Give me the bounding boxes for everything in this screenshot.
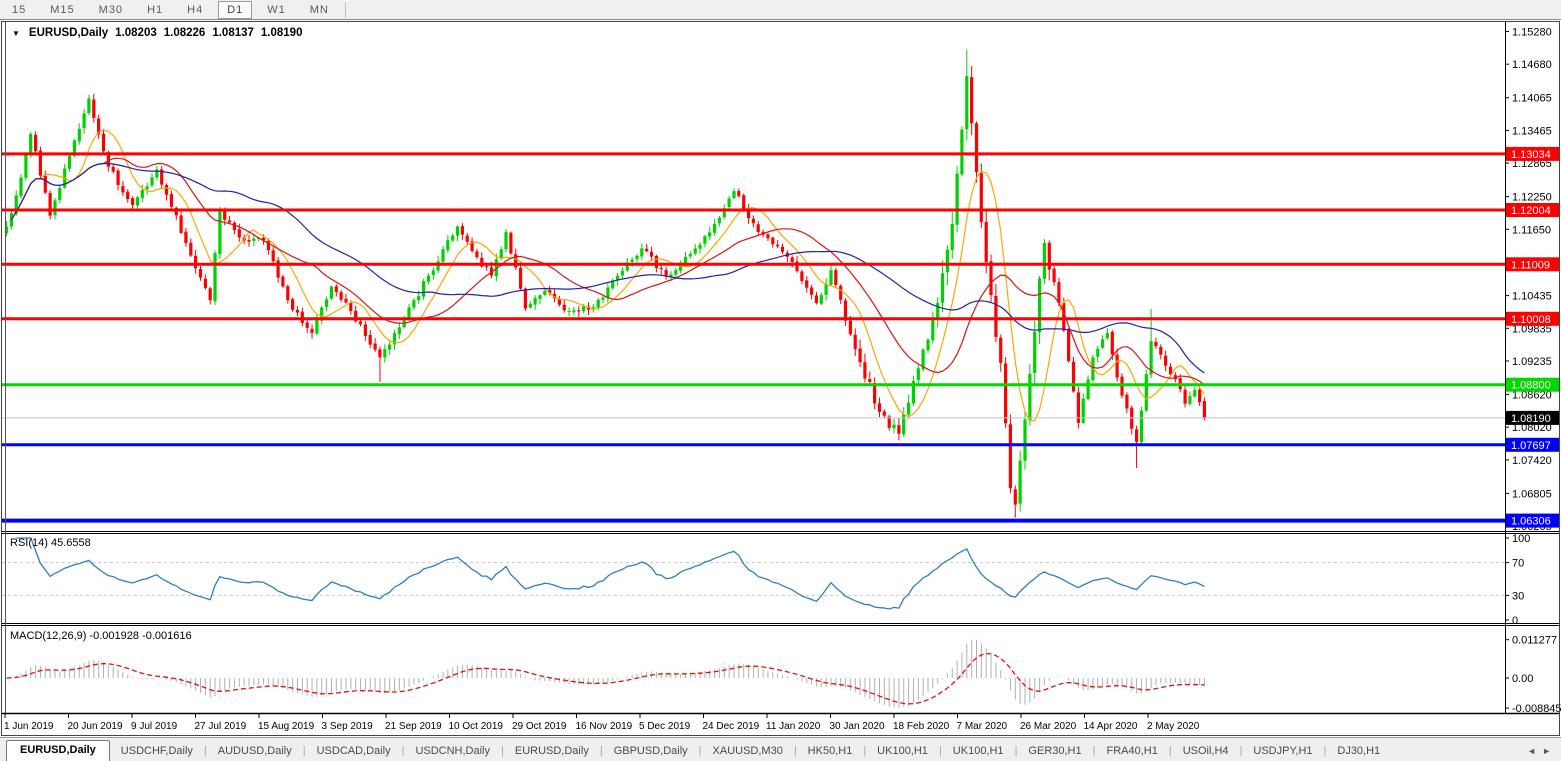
price-tag-label: 1.08800 <box>1511 380 1551 392</box>
date-tick-label: 9 Jul 2019 <box>131 721 178 732</box>
tab-scroll-right-icon[interactable]: ► <box>1542 746 1551 756</box>
rsi-tick-label: 30 <box>1512 590 1524 602</box>
tab-usoil-h4[interactable]: USOil,H4 <box>1172 742 1240 761</box>
mt4-terminal: { "toolbar": { "items": [ {"label":"15",… <box>0 0 1561 761</box>
price-tag-label: 1.10008 <box>1511 314 1551 326</box>
tab-usdchf-daily[interactable]: USDCHF,Daily <box>110 742 204 761</box>
price-tick-label: 1.14065 <box>1512 93 1552 105</box>
date-tick-label: 11 Jan 2020 <box>766 721 821 732</box>
tab-scroll-left-icon[interactable]: ◄ <box>1527 746 1536 756</box>
date-tick-label: 20 Jun 2019 <box>68 721 123 732</box>
date-tick-label: 5 Dec 2019 <box>639 721 691 732</box>
chart-tab-bar: EURUSD,Daily USDCHF,Daily | AUDUSD,Daily | US… <box>0 737 1561 761</box>
chart-canvas[interactable]: 1.152801.146801.140651.134651.128651.122… <box>0 20 1561 737</box>
rsi-tick-label: 70 <box>1512 558 1524 570</box>
rsi-tick-label: 100 <box>1512 533 1530 545</box>
timeframe-button-h1[interactable]: H1 <box>138 1 172 19</box>
price-tick-label: 1.13465 <box>1512 125 1552 137</box>
timeframe-button-m30[interactable]: M30 <box>90 1 132 19</box>
rsi-indicator-label: RSI(14) 45.6558 <box>10 537 91 549</box>
tab-usdjpy-h1[interactable]: USDJPY,H1 <box>1242 742 1323 761</box>
date-tick-label: 16 Nov 2019 <box>576 721 633 732</box>
date-tick-label: 15 Aug 2019 <box>258 721 315 732</box>
tab-uk100-h1[interactable]: UK100,H1 <box>866 742 939 761</box>
tab-ger30-h1[interactable]: GER30,H1 <box>1017 742 1092 761</box>
price-tick-label: 1.09235 <box>1512 356 1552 368</box>
tab-scroll-nav: ◄ ► <box>1527 746 1561 761</box>
macd-indicator-label: MACD(12,26,9) -0.001928 -0.001616 <box>10 630 192 642</box>
tab-usdcnh-daily[interactable]: USDCNH,Daily <box>404 742 501 761</box>
timeframe-button-mn[interactable]: MN <box>301 1 338 19</box>
date-tick-label: 26 Mar 2020 <box>1020 721 1077 732</box>
price-tag-label: 1.12004 <box>1511 205 1551 217</box>
date-tick-label: 10 Oct 2019 <box>449 721 504 732</box>
price-tick-label: 1.15280 <box>1512 27 1552 39</box>
date-tick-label: 30 Jan 2020 <box>830 721 885 732</box>
date-tick-label: 7 Mar 2020 <box>957 721 1008 732</box>
tab-hk50-h1[interactable]: HK50,H1 <box>797 742 864 761</box>
quote-close: 1.08190 <box>260 27 303 39</box>
symbol-collapse-icon[interactable]: ▼ <box>12 29 20 38</box>
chart-window: 1.15280 1.14680 1.14065 1.13465 1.12865 1.122… <box>0 20 1561 737</box>
macd-tick-label: 0.011277 <box>1512 635 1557 647</box>
date-tick-label: 2 May 2020 <box>1147 721 1200 732</box>
timeframe-button-d1[interactable]: D1 <box>218 0 253 19</box>
price-tick-label: 1.07420 <box>1512 455 1552 467</box>
date-tick-label: 14 Apr 2020 <box>1084 721 1138 732</box>
tab-uk100-h1[interactable]: UK100,H1 <box>942 742 1015 761</box>
tab-audusd-daily[interactable]: AUDUSD,Daily <box>207 742 303 761</box>
date-tick-label: 27 Jul 2019 <box>195 721 247 732</box>
timeframe-button-w1[interactable]: W1 <box>258 1 295 19</box>
price-tag-label: 1.11009 <box>1511 259 1550 271</box>
price-tick-label: 1.11650 <box>1512 224 1551 236</box>
symbol-quote-line: ▼ EURUSD,Daily 1.08203 1.08226 1.08137 1… <box>12 27 302 39</box>
tab-fra40-h1[interactable]: FRA40,H1 <box>1095 742 1168 761</box>
price-tick-label: 1.14680 <box>1512 59 1552 71</box>
price-tick-label: 1.06805 <box>1512 488 1552 500</box>
price-tag-label: 1.08190 <box>1511 413 1551 425</box>
tab-gbpusd-daily[interactable]: GBPUSD,Daily <box>603 742 699 761</box>
price-tag-label: 1.13034 <box>1511 149 1551 161</box>
date-tick-label: 3 Sep 2019 <box>322 721 374 732</box>
tab-eurusd-daily[interactable]: EURUSD,Daily <box>504 742 600 761</box>
price-tick-label: 1.12250 <box>1512 192 1552 204</box>
tab-eurusd-daily[interactable]: EURUSD,Daily <box>6 740 110 761</box>
timeframe-button-15[interactable]: 15 <box>3 1 35 19</box>
symbol-name: EURUSD,Daily <box>28 27 109 39</box>
timeframe-toolbar: 15 M15 M30 H1 H4 D1 W1 MN <box>0 0 1561 20</box>
price-tag-label: 1.07697 <box>1511 440 1551 452</box>
tab-xauusd-m30[interactable]: XAUUSD,M30 <box>702 742 794 761</box>
date-tick-label: 21 Sep 2019 <box>385 721 442 732</box>
tab-dj30-h1[interactable]: DJ30,H1 <box>1326 742 1391 761</box>
price-tick-label: 1.10435 <box>1512 291 1552 303</box>
tab-usdcad-daily[interactable]: USDCAD,Daily <box>306 742 402 761</box>
timeframe-button-h4[interactable]: H4 <box>178 1 212 19</box>
price-tag-label: 1.06306 <box>1511 516 1551 528</box>
toolbar-separator <box>344 1 346 18</box>
date-tick-label: 1 Jun 2019 <box>4 721 54 732</box>
date-tick-label: 29 Oct 2019 <box>512 721 567 732</box>
timeframe-button-m15[interactable]: M15 <box>41 1 83 19</box>
quote-open: 1.08203 <box>115 27 157 39</box>
quote-low: 1.08137 <box>212 27 254 39</box>
date-tick-label: 18 Feb 2020 <box>893 721 950 732</box>
macd-tick-label: 0.00 <box>1512 673 1533 685</box>
date-tick-label: 24 Dec 2019 <box>703 721 760 732</box>
quote-high: 1.08226 <box>163 27 206 39</box>
